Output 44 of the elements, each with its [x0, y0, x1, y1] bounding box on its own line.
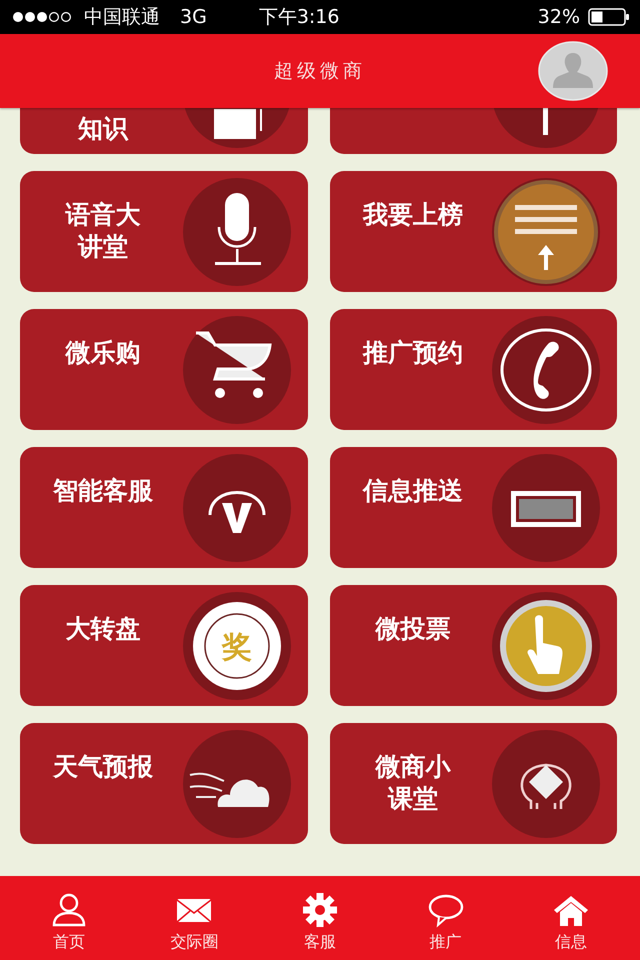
phone-icon	[491, 314, 601, 424]
menu-tile[interactable]: 推广预约	[330, 309, 617, 430]
menu-tile[interactable]: 微商小 课堂	[330, 723, 617, 844]
prize-character: 奖	[222, 630, 252, 664]
nav-tab[interactable]: 首页	[18, 884, 119, 952]
clock-time: 下午3:16	[258, 5, 340, 30]
menu-tile[interactable]: 微投票	[330, 585, 617, 706]
cloud-icon	[182, 728, 292, 838]
tile-label: 微商小 课堂	[374, 751, 452, 815]
tile-label: 我要上榜	[362, 199, 464, 231]
tile-label: 天气预报	[52, 751, 154, 783]
signal-icon	[12, 11, 74, 23]
nav-tab[interactable]: 交际圈	[144, 884, 244, 952]
battery-percent: 32%	[538, 6, 580, 28]
screen-icon	[491, 452, 601, 562]
menu-tile[interactable]: 大转盘 奖	[20, 585, 308, 706]
app-title: 超级微商	[274, 59, 366, 84]
network-type: 3G	[180, 6, 207, 28]
menu-tile[interactable]: 我要上榜	[330, 171, 617, 292]
menu-tile[interactable]: 天气预报	[20, 723, 308, 844]
v-arc-icon	[182, 452, 292, 562]
tile-label: 智能客服	[52, 475, 154, 507]
tile-label: 信息推送	[361, 475, 464, 507]
nav-tab[interactable]: 推广	[396, 884, 496, 952]
pointing-hand-icon	[491, 590, 601, 700]
battery-icon	[588, 8, 630, 26]
list-upload-icon	[491, 176, 601, 286]
menu-tile[interactable]: 语音大 讲堂	[20, 171, 308, 292]
menu-tile[interactable]: 智能客服	[20, 447, 308, 568]
tile-label: 推广预约	[362, 337, 464, 369]
carrier-name: 中国联通	[84, 5, 160, 30]
menu-tile[interactable]: 知识	[20, 108, 308, 154]
cart-icon	[182, 314, 292, 424]
menu-tile[interactable]: 微乐购	[20, 309, 308, 430]
tile-label: 知识	[76, 113, 130, 145]
tile-label: 微投票	[374, 613, 452, 645]
nav-tab[interactable]: 客服	[270, 884, 370, 952]
avatar-icon[interactable]	[538, 41, 608, 101]
microphone-icon	[182, 176, 292, 286]
tile-label: 语音大 讲堂	[64, 199, 142, 263]
tile-label: 大转盘	[64, 613, 142, 645]
menu-tile[interactable]: 信息推送	[330, 447, 617, 568]
tile-label: 微乐购	[64, 337, 142, 369]
nav-tab[interactable]: 信息	[521, 884, 622, 952]
